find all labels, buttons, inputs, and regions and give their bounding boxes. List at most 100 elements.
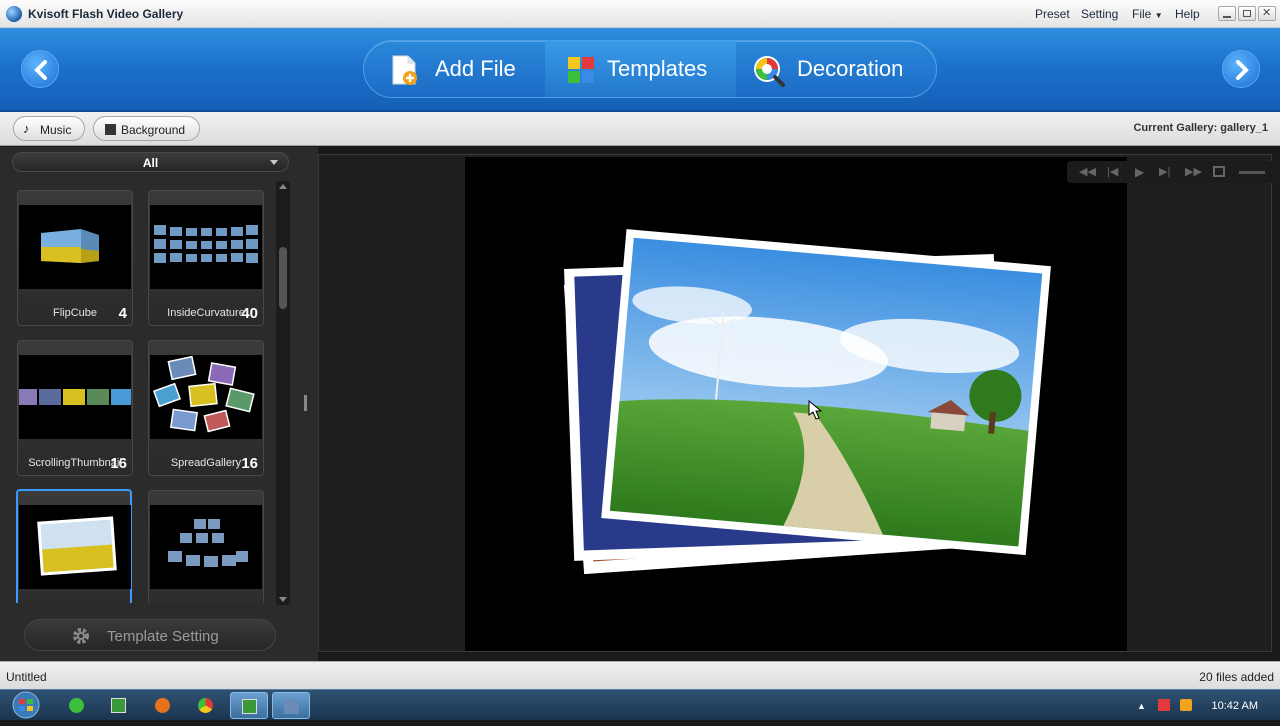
taskbar-chrome[interactable] [187, 692, 225, 719]
templates-panel: All 4 FlipCube 40 InsideCurvature 16 Scr… [0, 147, 302, 661]
firefox-icon [155, 698, 170, 713]
menu-setting[interactable]: Setting [1081, 7, 1118, 21]
template-name: FlipCube [52, 307, 98, 319]
tab-templates-label: Templates [607, 56, 708, 81]
template-card-ring[interactable]: 30 [148, 490, 264, 603]
player-controls: ◀◀ |◀ ▶ ▶| ▶▶ [1067, 161, 1280, 183]
template-thumbnail [150, 355, 262, 439]
menu-file-label: File [1132, 7, 1152, 21]
chrome-icon [198, 698, 213, 713]
scrollbar-thumb[interactable] [279, 247, 287, 309]
music-button[interactable]: ♪ Music [13, 116, 85, 141]
menu-file[interactable]: File ▼ [1132, 7, 1163, 21]
template-grid: 4 FlipCube 40 InsideCurvature 16 Scrolli… [10, 183, 272, 603]
arrow-right-icon [1236, 60, 1249, 80]
templates-icon [568, 57, 594, 83]
close-button[interactable]: ✕ [1258, 6, 1276, 21]
template-thumbnail [150, 505, 262, 589]
tab-decoration-label: Decoration [797, 56, 904, 81]
template-grid-scrollbar[interactable] [276, 181, 290, 605]
play-icon[interactable]: ▶ [1135, 165, 1144, 179]
background-button-label: Background [121, 123, 186, 137]
taskbar-app-2[interactable] [100, 692, 138, 719]
template-name: InsideCurvature [167, 307, 245, 319]
template-setting-label: Template Setting [107, 628, 219, 645]
template-name: ScrollingThumbnail [28, 457, 122, 469]
rewind-icon[interactable]: ◀◀ [1079, 165, 1096, 178]
flag-icon[interactable] [1158, 699, 1170, 711]
tab-decoration[interactable]: Decoration [736, 41, 936, 97]
template-card-flipcube[interactable]: 4 FlipCube [17, 190, 133, 326]
template-name: SpreadGallery [170, 457, 242, 469]
decoration-icon [754, 56, 785, 87]
app-logo-icon [6, 6, 22, 22]
app-icon [111, 698, 126, 713]
taskbar-app-5[interactable] [230, 692, 268, 719]
previous-icon[interactable]: |◀ [1107, 165, 1118, 178]
taskbar-app-1[interactable] [58, 692, 96, 719]
main-header: Add File Templates Decoration [0, 28, 1280, 112]
template-thumbnail [19, 505, 131, 589]
back-button[interactable] [21, 50, 59, 88]
main-tabs: Add File Templates Decoration [363, 40, 937, 98]
files-added-count: 20 files added [1199, 670, 1274, 684]
scroll-up-icon[interactable] [279, 184, 287, 189]
app-icon [242, 699, 257, 714]
template-thumbnail [150, 205, 262, 289]
minimize-icon [1223, 16, 1231, 18]
splitter-grip[interactable] [304, 395, 307, 411]
menu-preset[interactable]: Preset [1035, 7, 1070, 21]
windows-logo-icon [12, 691, 40, 719]
add-file-icon [392, 55, 417, 85]
template-thumbnail [19, 205, 131, 289]
minimize-button[interactable] [1218, 6, 1236, 21]
fast-forward-icon[interactable]: ▶▶ [1185, 165, 1202, 178]
template-thumbnail [19, 355, 131, 439]
background-icon [105, 124, 116, 135]
template-filter-select[interactable]: All [12, 152, 289, 172]
panel-splitter[interactable] [302, 147, 318, 661]
chevron-down-icon [270, 160, 278, 165]
chevron-down-icon: ▼ [1154, 11, 1163, 20]
tab-add-file[interactable]: Add File [364, 41, 545, 97]
template-card-spreadgallery[interactable]: 16 SpreadGallery [148, 340, 264, 476]
maximize-icon [1243, 10, 1251, 17]
filter-value: All [142, 156, 159, 170]
taskbar-kvisoft[interactable] [272, 692, 310, 719]
template-card-scrollingthumbnail[interactable]: 16 ScrollingThumbnail [17, 340, 133, 476]
taskbar-firefox[interactable] [144, 692, 182, 719]
gear-icon [73, 628, 89, 644]
close-icon: ✕ [1262, 7, 1272, 19]
music-button-label: Music [40, 123, 72, 137]
app-icon [69, 698, 84, 713]
current-gallery-label: Current Gallery: gallery_1 [1133, 122, 1268, 134]
clock[interactable]: 10:42 AM [1212, 700, 1258, 712]
photo-stack-preview [563, 229, 1051, 575]
tab-templates[interactable]: Templates [545, 41, 736, 97]
title-bar: Kvisoft Flash Video Gallery Preset Setti… [0, 0, 1280, 28]
tray-arrow-icon[interactable]: ▲ [1137, 701, 1146, 711]
menu-help[interactable]: Help [1175, 7, 1200, 21]
background-button[interactable]: Background [93, 116, 200, 141]
secondary-toolbar: ♪ Music Background Current Gallery: gall… [0, 112, 1280, 146]
os-taskbar: ▲ 10:42 AM [0, 689, 1280, 720]
app-icon [284, 699, 299, 714]
preview-area: ◀◀ |◀ ▶ ▶| ▶▶ [318, 154, 1280, 652]
status-bar: Untitled 20 files added [0, 661, 1280, 689]
next-icon[interactable]: ▶| [1159, 165, 1170, 178]
project-name: Untitled [6, 670, 47, 684]
template-card-insidecurvature[interactable]: 40 InsideCurvature [148, 190, 264, 326]
template-card-selected[interactable]: 8 [16, 489, 132, 603]
fullscreen-icon[interactable] [1213, 166, 1225, 177]
forward-button[interactable] [1222, 50, 1260, 88]
tab-add-file-label: Add File [435, 56, 516, 81]
start-button[interactable] [4, 690, 44, 721]
preview-stage[interactable]: ◀◀ |◀ ▶ ▶| ▶▶ [465, 157, 1280, 651]
volume-slider[interactable] [1239, 171, 1265, 174]
scroll-down-icon[interactable] [279, 597, 287, 602]
music-note-icon: ♪ [23, 121, 30, 136]
maximize-button[interactable] [1238, 6, 1256, 21]
network-icon[interactable] [1180, 699, 1192, 711]
template-setting-button[interactable]: Template Setting [24, 619, 276, 651]
arrow-left-icon [34, 60, 47, 80]
